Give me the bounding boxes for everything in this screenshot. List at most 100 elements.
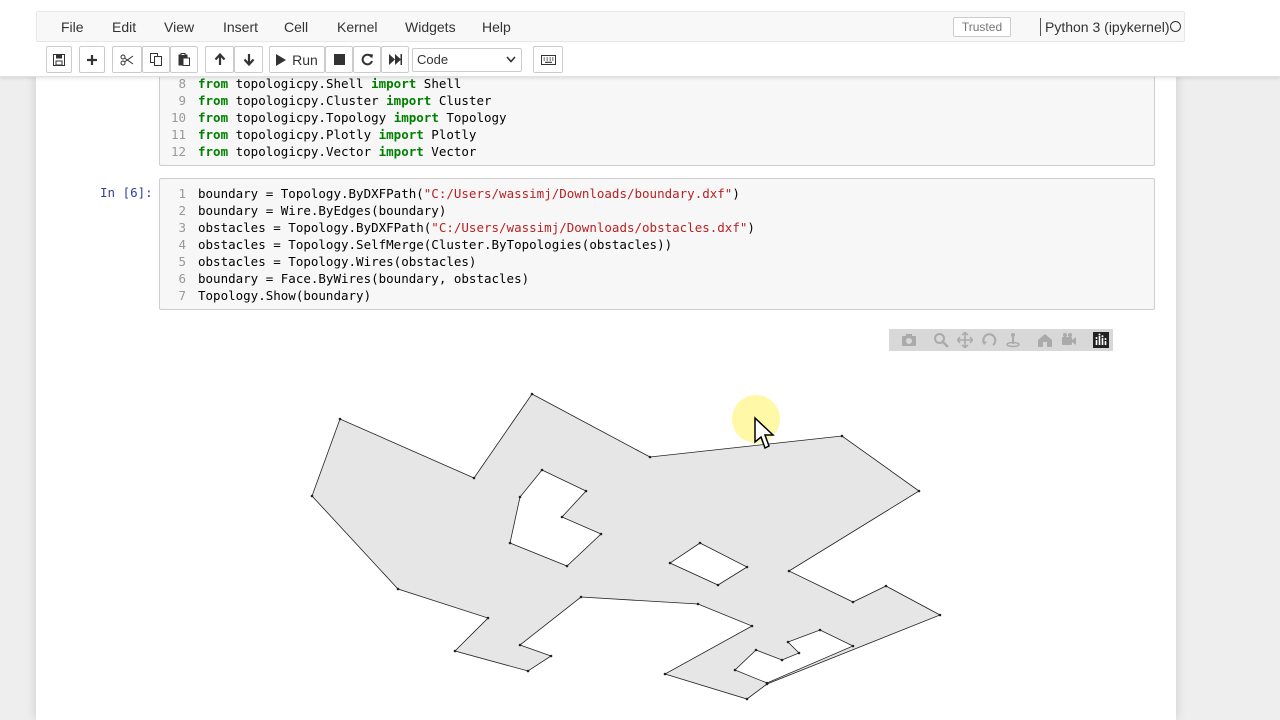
line-number: 1 bbox=[178, 186, 186, 201]
code-text: from topologicpy.Vector import Vector bbox=[198, 144, 477, 159]
vertex-point[interactable] bbox=[472, 476, 476, 480]
turntable-icon[interactable] bbox=[1005, 332, 1021, 348]
code-text: from topologicpy.Cluster import Cluster bbox=[198, 93, 492, 108]
menu-help[interactable]: Help bbox=[482, 19, 511, 35]
vertex-point[interactable] bbox=[486, 616, 490, 620]
line-number: 8 bbox=[178, 76, 186, 91]
vertex-point[interactable] bbox=[786, 640, 790, 644]
vertex-point[interactable] bbox=[754, 648, 758, 652]
vertex-point[interactable] bbox=[765, 681, 769, 685]
vertex-point[interactable] bbox=[526, 669, 530, 673]
code-text: obstacles = Topology.Wires(obstacles) bbox=[198, 254, 477, 269]
vertex-point[interactable] bbox=[540, 468, 544, 472]
code-text: Topology.Show(boundary) bbox=[198, 288, 372, 303]
run-button[interactable]: Run bbox=[269, 46, 325, 73]
trusted-indicator[interactable]: Trusted bbox=[953, 17, 1011, 37]
copy-button[interactable] bbox=[142, 46, 170, 73]
vertex-point[interactable] bbox=[565, 564, 569, 568]
vertex-point[interactable] bbox=[780, 658, 784, 662]
vertex-point[interactable] bbox=[396, 587, 400, 591]
zoom-icon[interactable] bbox=[933, 332, 949, 348]
restart-run-all-button[interactable] bbox=[381, 46, 409, 73]
vertex-point[interactable] bbox=[696, 602, 700, 606]
plotly-logo-icon[interactable] bbox=[1093, 332, 1109, 348]
line-number: 2 bbox=[178, 203, 186, 218]
cut-button[interactable] bbox=[112, 46, 142, 73]
vertex-point[interactable] bbox=[338, 417, 342, 421]
play-icon bbox=[276, 53, 287, 66]
keyboard-icon bbox=[540, 54, 556, 65]
restart-button[interactable] bbox=[353, 46, 381, 73]
cell-type-select[interactable]: Code bbox=[412, 48, 522, 72]
vertex-point[interactable] bbox=[310, 494, 314, 498]
vertex-point[interactable] bbox=[745, 697, 749, 701]
toolbar: Run Code bbox=[36, 46, 1185, 74]
vertex-point[interactable] bbox=[938, 613, 942, 617]
vertex-point[interactable] bbox=[579, 595, 583, 599]
code-cell-show[interactable]: 1 boundary = Topology.ByDXFPath("C:/Users… bbox=[159, 178, 1155, 310]
vertex-point[interactable] bbox=[698, 541, 702, 545]
vertex-point[interactable] bbox=[648, 455, 652, 459]
vertex-point[interactable] bbox=[797, 651, 801, 655]
vertex-point[interactable] bbox=[851, 644, 855, 648]
vertex-point[interactable] bbox=[818, 628, 822, 632]
kernel-name: Python 3 (ipykernel) bbox=[1045, 19, 1170, 35]
line-number: 7 bbox=[178, 288, 186, 303]
menu-widgets[interactable]: Widgets bbox=[405, 19, 456, 35]
vertex-point[interactable] bbox=[851, 600, 855, 604]
line-number: 11 bbox=[170, 127, 186, 142]
chevron-down-icon bbox=[506, 56, 516, 63]
reset-camera-icon[interactable] bbox=[1061, 332, 1077, 348]
code-text: obstacles = Topology.ByDXFPath("C:/Users… bbox=[198, 220, 755, 235]
vertex-point[interactable] bbox=[530, 392, 534, 396]
code-cell-imports[interactable]: 8 from topologicpy.Shell import Shell 9 fro… bbox=[159, 64, 1155, 166]
vertex-point[interactable] bbox=[733, 668, 737, 672]
vertex-point[interactable] bbox=[663, 672, 667, 676]
vertex-point[interactable] bbox=[840, 434, 844, 438]
pan-icon[interactable] bbox=[957, 332, 973, 348]
orbit-icon[interactable] bbox=[981, 332, 997, 348]
command-palette-button[interactable] bbox=[533, 46, 563, 73]
home-icon[interactable] bbox=[1037, 332, 1053, 348]
code-text: boundary = Topology.ByDXFPath("C:/Users/… bbox=[198, 186, 740, 201]
vertex-point[interactable] bbox=[549, 654, 553, 658]
menu-file[interactable]: File bbox=[61, 19, 84, 35]
interrupt-button[interactable] bbox=[325, 46, 353, 73]
menu-kernel[interactable]: Kernel bbox=[337, 19, 377, 35]
line-number: 6 bbox=[178, 271, 186, 286]
vertex-point[interactable] bbox=[518, 643, 522, 647]
move-up-button[interactable] bbox=[205, 46, 234, 73]
vertex-point[interactable] bbox=[917, 489, 921, 493]
save-icon bbox=[53, 53, 65, 66]
vertex-point[interactable] bbox=[884, 584, 888, 588]
menu-view[interactable]: View bbox=[164, 19, 194, 35]
menu-edit[interactable]: Edit bbox=[112, 19, 136, 35]
line-number: 12 bbox=[170, 144, 186, 159]
vertex-point[interactable] bbox=[584, 489, 588, 493]
menu-cell[interactable]: Cell bbox=[284, 19, 308, 35]
insert-cell-button[interactable] bbox=[79, 46, 105, 73]
vertex-point[interactable] bbox=[745, 565, 749, 569]
vertex-point[interactable] bbox=[750, 624, 754, 628]
vertex-point[interactable] bbox=[518, 495, 522, 499]
line-number: 3 bbox=[178, 220, 186, 235]
code-text: boundary = Face.ByWires(boundary, obstac… bbox=[198, 271, 530, 286]
camera-icon[interactable] bbox=[901, 332, 917, 348]
line-number: 9 bbox=[178, 93, 186, 108]
vertex-point[interactable] bbox=[599, 532, 603, 536]
move-down-button[interactable] bbox=[234, 46, 263, 73]
vertex-point[interactable] bbox=[787, 569, 791, 573]
face-boundary-with-holes[interactable] bbox=[311, 393, 941, 700]
vertex-point[interactable] bbox=[508, 541, 512, 545]
save-button[interactable] bbox=[46, 46, 72, 73]
vertex-point[interactable] bbox=[668, 561, 672, 565]
paste-button[interactable] bbox=[170, 46, 198, 73]
vertex-point[interactable] bbox=[716, 583, 720, 587]
arrow-up-icon bbox=[214, 53, 225, 65]
vertex-point[interactable] bbox=[560, 515, 564, 519]
plot-output[interactable] bbox=[0, 350, 1280, 720]
vertex-point[interactable] bbox=[453, 649, 457, 653]
menu-insert[interactable]: Insert bbox=[223, 19, 258, 35]
cell-prompt: In [6]: bbox=[100, 185, 153, 200]
menu-bar: File Edit View Insert Cell Kernel Widget… bbox=[36, 11, 1185, 42]
